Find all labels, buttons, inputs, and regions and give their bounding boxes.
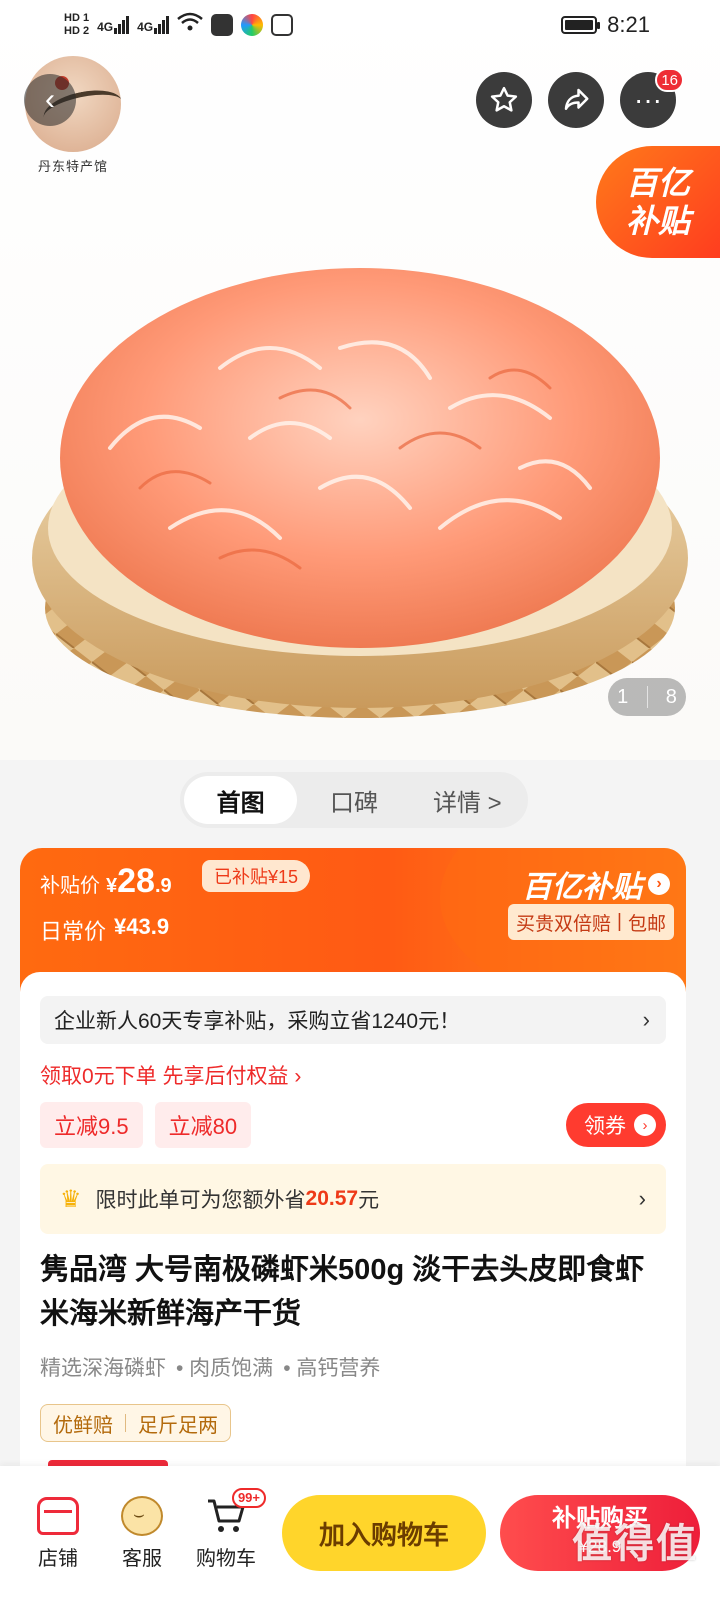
product-info-card: 企业新人60天专享补贴，采购立省1240元！ › 领取0元下单 先享后付权益 ›… bbox=[20, 972, 686, 1492]
notification-app-icon bbox=[211, 14, 234, 36]
subsidy-price-label: 补贴价 bbox=[40, 875, 100, 897]
enterprise-promo-bar[interactable]: 企业新人60天专享补贴，采购立省1240元！ › bbox=[40, 996, 666, 1044]
subsidy-brand-text: 百亿补贴 bbox=[522, 871, 642, 904]
extra-saving-bar[interactable]: ♛ 限时此单可为您额外省 20.57 元 › bbox=[40, 1164, 666, 1234]
coupon-discount-1[interactable]: 立减9.5 bbox=[40, 1102, 143, 1148]
net2-label: 4G bbox=[137, 20, 154, 34]
share-button[interactable] bbox=[548, 72, 604, 128]
coupon-discount-2[interactable]: 立减80 bbox=[154, 1102, 252, 1148]
regular-price-value: ¥43.9 bbox=[114, 914, 170, 939]
status-right: 8:21 bbox=[561, 12, 650, 38]
hd2-label: HD 2 bbox=[64, 25, 90, 37]
pager-divider bbox=[646, 686, 648, 708]
chevron-right-icon: › bbox=[642, 1007, 650, 1032]
subsidy-tag-line1: 百亿 bbox=[625, 165, 690, 201]
chevron-right-icon: › bbox=[634, 1114, 656, 1136]
enterprise-promo-text: 企业新人60天专享补贴，采购立省1240元！ bbox=[54, 1010, 461, 1033]
gallery-total: 8 bbox=[665, 685, 677, 708]
notification-app-icon-3 bbox=[271, 14, 294, 36]
product-image bbox=[32, 268, 688, 718]
currency-symbol: ¥ bbox=[106, 875, 118, 897]
crown-icon: ♛ bbox=[60, 1185, 82, 1213]
guarantee-free-shipping: 包邮 bbox=[627, 913, 666, 935]
feature-item: • 肉质饱满 bbox=[176, 1357, 274, 1380]
add-to-cart-button[interactable]: 加入购物车 bbox=[282, 1495, 486, 1571]
subsidy-price-int: 28 bbox=[117, 862, 155, 900]
favorite-button[interactable] bbox=[476, 72, 532, 128]
get-coupon-button[interactable]: 领券 › bbox=[566, 1103, 666, 1147]
subsidy-tag-line2: 补贴 bbox=[625, 203, 690, 239]
service-tag-full-weight: 足斤足两 bbox=[138, 1414, 218, 1437]
guarantee-double-refund: 买贵双倍赔 bbox=[516, 913, 612, 935]
customer-service-button[interactable]: 客服 bbox=[100, 1495, 184, 1571]
back-button[interactable]: ‹ bbox=[24, 74, 76, 126]
hd-indicator: HD 1 HD 2 bbox=[64, 12, 89, 38]
tab-details[interactable]: 详情 > bbox=[411, 776, 524, 824]
regular-price: 日常价 ¥43.9 bbox=[40, 914, 169, 946]
cart-label: 购物车 bbox=[196, 1547, 256, 1570]
subsidy-program-tag[interactable]: 百亿 补贴 bbox=[596, 146, 720, 258]
customer-service-icon bbox=[120, 1495, 164, 1536]
product-title: 隽品湾 大号南极磷虾米500g 淡干去头皮即食虾米海米新鲜海产干货 bbox=[40, 1254, 645, 1330]
service-label: 客服 bbox=[122, 1547, 162, 1570]
store-label: 店铺 bbox=[38, 1547, 78, 1570]
guarantee-badge[interactable]: 买贵双倍赔 | 包邮 bbox=[508, 904, 674, 940]
coupon-row: 立减9.5 立减80 领券 › bbox=[40, 1102, 666, 1148]
status-left: HD 1 HD 2 4G 4G bbox=[64, 12, 294, 38]
cart-button[interactable]: 99+ 购物车 bbox=[184, 1487, 268, 1571]
feature-item: 精选深海磷虾 bbox=[40, 1357, 166, 1380]
clock: 8:21 bbox=[607, 12, 650, 37]
subsidy-price: 补贴价 ¥ 28 .9 bbox=[40, 862, 172, 901]
subsidy-brand-link[interactable]: 百亿补贴 › bbox=[522, 862, 670, 906]
bottom-action-bar: 店铺 客服 99+ 购物车 加入购物车 补贴购买 ¥28.9 值得值 zhizh… bbox=[0, 1466, 720, 1600]
more-badge: 16 bbox=[655, 68, 684, 92]
tab-main-image[interactable]: 首图 bbox=[184, 776, 298, 824]
saving-prefix: 限时此单可为您额外省 bbox=[95, 1189, 306, 1212]
hd1-label: HD 1 bbox=[64, 12, 90, 24]
store-icon bbox=[36, 1496, 80, 1536]
guarantee-divider: | bbox=[617, 911, 622, 932]
battery-icon bbox=[561, 16, 601, 34]
feature-item: • 高钙营养 bbox=[283, 1357, 381, 1380]
service-tag-fresh: 优鲜赔 bbox=[53, 1414, 113, 1437]
signal-icon-2: 4G bbox=[137, 16, 170, 34]
regular-price-label: 日常价 bbox=[40, 919, 107, 944]
chevron-right-icon: › bbox=[648, 873, 670, 895]
chevron-right-icon: › bbox=[638, 1186, 646, 1211]
wifi-icon bbox=[177, 12, 203, 38]
more-dots-icon: ··· bbox=[634, 84, 662, 115]
saving-amount: 20.57 bbox=[305, 1187, 359, 1210]
cart-count-badge: 99+ bbox=[231, 1487, 266, 1508]
notification-app-icon-2 bbox=[241, 14, 264, 36]
share-icon bbox=[564, 88, 589, 110]
status-bar: HD 1 HD 2 4G 4G 8:21 bbox=[0, 0, 720, 50]
net1-label: 4G bbox=[97, 20, 114, 34]
saving-suffix: 元 bbox=[358, 1189, 380, 1212]
more-button[interactable]: ··· 16 bbox=[620, 68, 684, 128]
top-actions: ··· 16 bbox=[476, 68, 684, 128]
watermark-logo-text: 值得值 bbox=[572, 1522, 698, 1566]
site-watermark: 值得值 zhizhizhi.com bbox=[572, 1511, 698, 1586]
chevron-left-icon: ‹ bbox=[45, 83, 55, 116]
service-tags[interactable]: 优鲜赔 足斤足两 bbox=[40, 1404, 231, 1442]
watermark-url: zhizhizhi.com bbox=[607, 1569, 698, 1586]
pay-later-link[interactable]: 领取0元下单 先享后付权益 › bbox=[40, 1060, 301, 1090]
store-logo-text: 丹东特产馆 bbox=[37, 159, 108, 174]
store-button[interactable]: 店铺 bbox=[16, 1496, 100, 1571]
signal-icon: 4G bbox=[97, 16, 130, 34]
gallery-pager: 1 8 bbox=[608, 678, 686, 716]
gallery-current: 1 bbox=[617, 685, 629, 708]
get-coupon-label: 领券 bbox=[584, 1115, 626, 1138]
subsidized-amount-chip: 已补贴¥15 bbox=[202, 860, 311, 892]
star-icon bbox=[490, 86, 518, 112]
product-page: 丹东特产馆 百亿 补贴 1 8 HD 1 HD 2 4G 4G 8:21 ‹ ·… bbox=[0, 0, 720, 1600]
tab-reviews[interactable]: 口碑 bbox=[297, 776, 410, 824]
product-features: 精选深海磷虾 • 肉质饱满 • 高钙营养 bbox=[40, 1352, 380, 1382]
image-tabs: 首图 口碑 详情 > bbox=[180, 772, 528, 828]
subsidy-price-dec: .9 bbox=[154, 875, 172, 897]
